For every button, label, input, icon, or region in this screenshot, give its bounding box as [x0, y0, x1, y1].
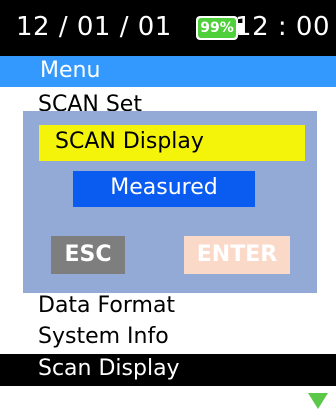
- scan-display-dialog: SCAN Display Measured ESC ENTER: [23, 111, 317, 293]
- menu-item-scan-display[interactable]: Scan Display: [0, 354, 336, 386]
- enter-button[interactable]: ENTER: [184, 236, 290, 274]
- menu-item-data-format[interactable]: Data Format: [0, 292, 336, 322]
- date-display: 12 / 01 / 01: [16, 12, 172, 42]
- status-bar: 12 / 01 / 01 99% 12 : 00: [0, 0, 336, 56]
- battery-icon: 99%: [196, 16, 244, 40]
- time-display: 12 : 00: [235, 12, 330, 42]
- scan-display-value[interactable]: Measured: [73, 171, 255, 207]
- device-screen: 12 / 01 / 01 99% 12 : 00 Menu SCAN Set D…: [0, 0, 336, 414]
- menu-item-label: Data Format: [38, 293, 176, 318]
- scroll-down-arrow-icon[interactable]: [308, 393, 328, 409]
- esc-button[interactable]: ESC: [51, 236, 125, 274]
- menu-title: Menu: [40, 58, 101, 83]
- menu-item-label: Scan Display: [38, 356, 180, 381]
- menu-item-label: System Info: [38, 324, 169, 349]
- battery-level: 99%: [198, 18, 236, 38]
- dialog-title: SCAN Display: [39, 125, 305, 161]
- menu-header: Menu: [0, 56, 336, 87]
- menu-item-system-info[interactable]: System Info: [0, 323, 336, 353]
